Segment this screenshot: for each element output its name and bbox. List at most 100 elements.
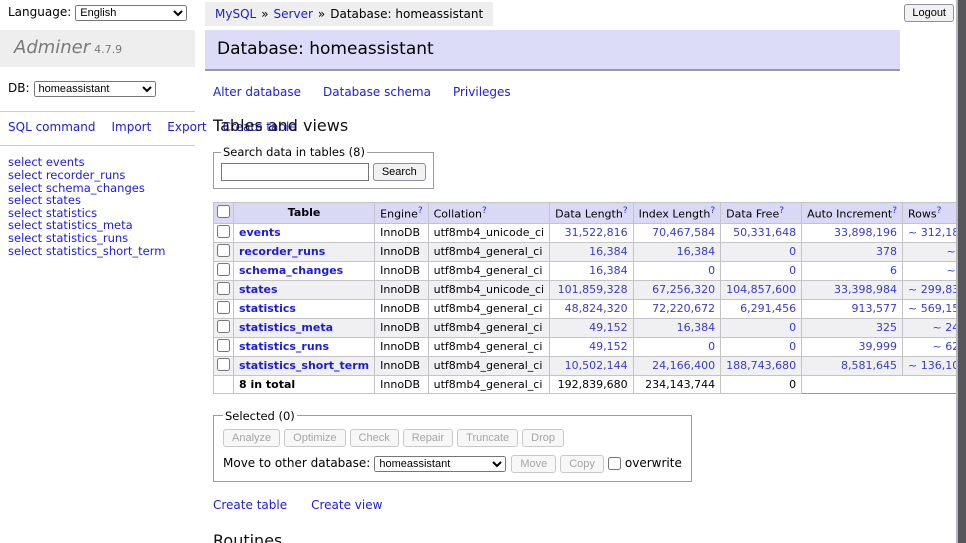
help-icon[interactable]: ?	[892, 206, 897, 216]
help-icon[interactable]: ?	[710, 206, 715, 216]
table-link[interactable]: statistics_runs	[239, 340, 329, 353]
data-free-link[interactable]: 50,331,648	[733, 226, 796, 239]
auto-increment-link[interactable]: 8,581,645	[841, 359, 897, 372]
table-link[interactable]: events	[239, 226, 281, 239]
logout-button[interactable]: Logout	[904, 4, 954, 22]
analyze-button[interactable]: Analyze	[223, 429, 280, 447]
data-free-link[interactable]: 104,857,600	[726, 283, 796, 296]
row-checkbox[interactable]	[217, 320, 230, 333]
row-checkbox[interactable]	[217, 263, 230, 276]
data-free-link[interactable]: 0	[789, 321, 796, 334]
table-link[interactable]: statistics_short_term	[239, 359, 369, 372]
row-checkbox[interactable]	[217, 225, 230, 238]
col-header-collation: Collation?	[428, 203, 549, 224]
row-checkbox[interactable]	[217, 282, 230, 295]
data-length-link[interactable]: 49,152	[589, 321, 628, 334]
data-free-link[interactable]: 0	[789, 264, 796, 277]
index-length-link[interactable]: 24,166,400	[652, 359, 715, 372]
copy-button[interactable]: Copy	[560, 455, 604, 473]
help-icon[interactable]: ?	[482, 206, 487, 216]
data-length-link[interactable]: 49,152	[589, 340, 628, 353]
col-header-data-free: Data Free?	[721, 203, 802, 224]
index-length-link[interactable]: 70,467,584	[652, 226, 715, 239]
sidebar: Adminer4.7.9 DB:homeassistant SQL comman…	[0, 30, 195, 257]
auto-increment-link[interactable]: 33,898,196	[834, 226, 897, 239]
language-select[interactable]: English	[75, 5, 187, 21]
help-icon[interactable]: ?	[418, 206, 423, 216]
help-icon[interactable]: ?	[623, 206, 628, 216]
auto-increment-link[interactable]: 325	[876, 321, 897, 334]
data-length-link[interactable]: 16,384	[589, 264, 628, 277]
data-length-link[interactable]: 31,522,816	[565, 226, 628, 239]
row-checkbox[interactable]	[217, 244, 230, 257]
collation-cell: utf8mb4_unicode_ci	[428, 223, 549, 242]
data-free-link[interactable]: 6,291,456	[740, 302, 796, 315]
create-view-link[interactable]: Create view	[311, 498, 382, 512]
search-button[interactable]: Search	[373, 163, 426, 181]
collation-cell: utf8mb4_general_ci	[428, 375, 549, 393]
help-icon[interactable]: ?	[937, 206, 942, 216]
main-content: Database: homeassistant Alter databaseDa…	[205, 30, 900, 543]
tables-and-views-heading: Tables and views	[213, 116, 900, 135]
export-link[interactable]: Export	[167, 120, 206, 134]
auto-increment-link[interactable]: 33,398,984	[834, 283, 897, 296]
move-button[interactable]: Move	[511, 455, 556, 473]
sql-command-link[interactable]: SQL command	[8, 120, 95, 134]
row-checkbox[interactable]	[217, 358, 230, 371]
data-free-link[interactable]: 188,743,680	[726, 359, 796, 372]
engine-cell: InnoDB	[375, 261, 428, 280]
vertical-scrollbar[interactable]	[956, 0, 966, 543]
row-checkbox[interactable]	[217, 339, 230, 352]
auto-increment-link[interactable]: 913,577	[852, 302, 898, 315]
db-selector-row: DB:homeassistant	[8, 81, 187, 97]
sidebar-select-recorder-runs[interactable]: select recorder_runs	[8, 169, 187, 182]
search-input[interactable]	[221, 163, 369, 181]
optimize-button[interactable]: Optimize	[284, 429, 345, 447]
data-length-link[interactable]: 101,859,328	[558, 283, 628, 296]
data-length-link[interactable]: 10,502,144	[565, 359, 628, 372]
truncate-button[interactable]: Truncate	[457, 429, 518, 447]
move-db-select[interactable]: homeassistant	[374, 456, 506, 472]
breadcrumb-link-mysql[interactable]: MySQL	[215, 7, 256, 21]
breadcrumb-link-server[interactable]: Server	[274, 7, 313, 21]
table-link[interactable]: schema_changes	[239, 264, 343, 277]
help-icon[interactable]: ?	[779, 206, 784, 216]
privileges-link[interactable]: Privileges	[453, 85, 511, 99]
index-length-link[interactable]: 72,220,672	[652, 302, 715, 315]
table-link[interactable]: recorder_runs	[239, 245, 325, 258]
sidebar-select-statistics-short-term[interactable]: select statistics_short_term	[8, 245, 187, 258]
index-length-link[interactable]: 16,384	[677, 321, 716, 334]
table-link[interactable]: states	[239, 283, 278, 296]
auto-increment-link[interactable]: 39,999	[859, 340, 898, 353]
import-link[interactable]: Import	[111, 120, 151, 134]
index-length-link[interactable]: 16,384	[677, 245, 716, 258]
sidebar-select-states[interactable]: select states	[8, 194, 187, 207]
collation-cell: utf8mb4_general_ci	[428, 299, 549, 318]
create-table-link-bottom[interactable]: Create table	[213, 498, 287, 512]
index-length-link[interactable]: 0	[708, 340, 715, 353]
data-free-link[interactable]: 0	[789, 245, 796, 258]
overwrite-checkbox[interactable]	[608, 457, 621, 470]
db-select[interactable]: homeassistant	[34, 81, 156, 97]
index-length-link[interactable]: 67,256,320	[652, 283, 715, 296]
database-schema-link[interactable]: Database schema	[323, 85, 431, 99]
data-free-link[interactable]: 0	[789, 340, 796, 353]
auto-increment-link[interactable]: 6	[890, 264, 897, 277]
drop-button[interactable]: Drop	[522, 429, 564, 447]
index-length-link[interactable]: 0	[708, 264, 715, 277]
auto-increment-link[interactable]: 378	[876, 245, 897, 258]
selected-fieldset: Selected (0) AnalyzeOptimizeCheckRepairT…	[213, 409, 692, 482]
total-label: 8 in total	[234, 375, 375, 393]
sidebar-select-statistics-runs[interactable]: select statistics_runs	[8, 232, 187, 245]
select-all-checkbox[interactable]	[217, 205, 230, 218]
search-legend: Search data in tables (8)	[221, 145, 367, 159]
check-button[interactable]: Check	[350, 429, 399, 447]
table-link[interactable]: statistics_meta	[239, 321, 333, 334]
alter-database-link[interactable]: Alter database	[213, 85, 301, 99]
table-link[interactable]: statistics	[239, 302, 296, 315]
data-length-link[interactable]: 16,384	[589, 245, 628, 258]
row-checkbox[interactable]	[217, 301, 230, 314]
data-length-link[interactable]: 48,824,320	[565, 302, 628, 315]
repair-button[interactable]: Repair	[403, 429, 453, 447]
collation-cell: utf8mb4_unicode_ci	[428, 280, 549, 299]
